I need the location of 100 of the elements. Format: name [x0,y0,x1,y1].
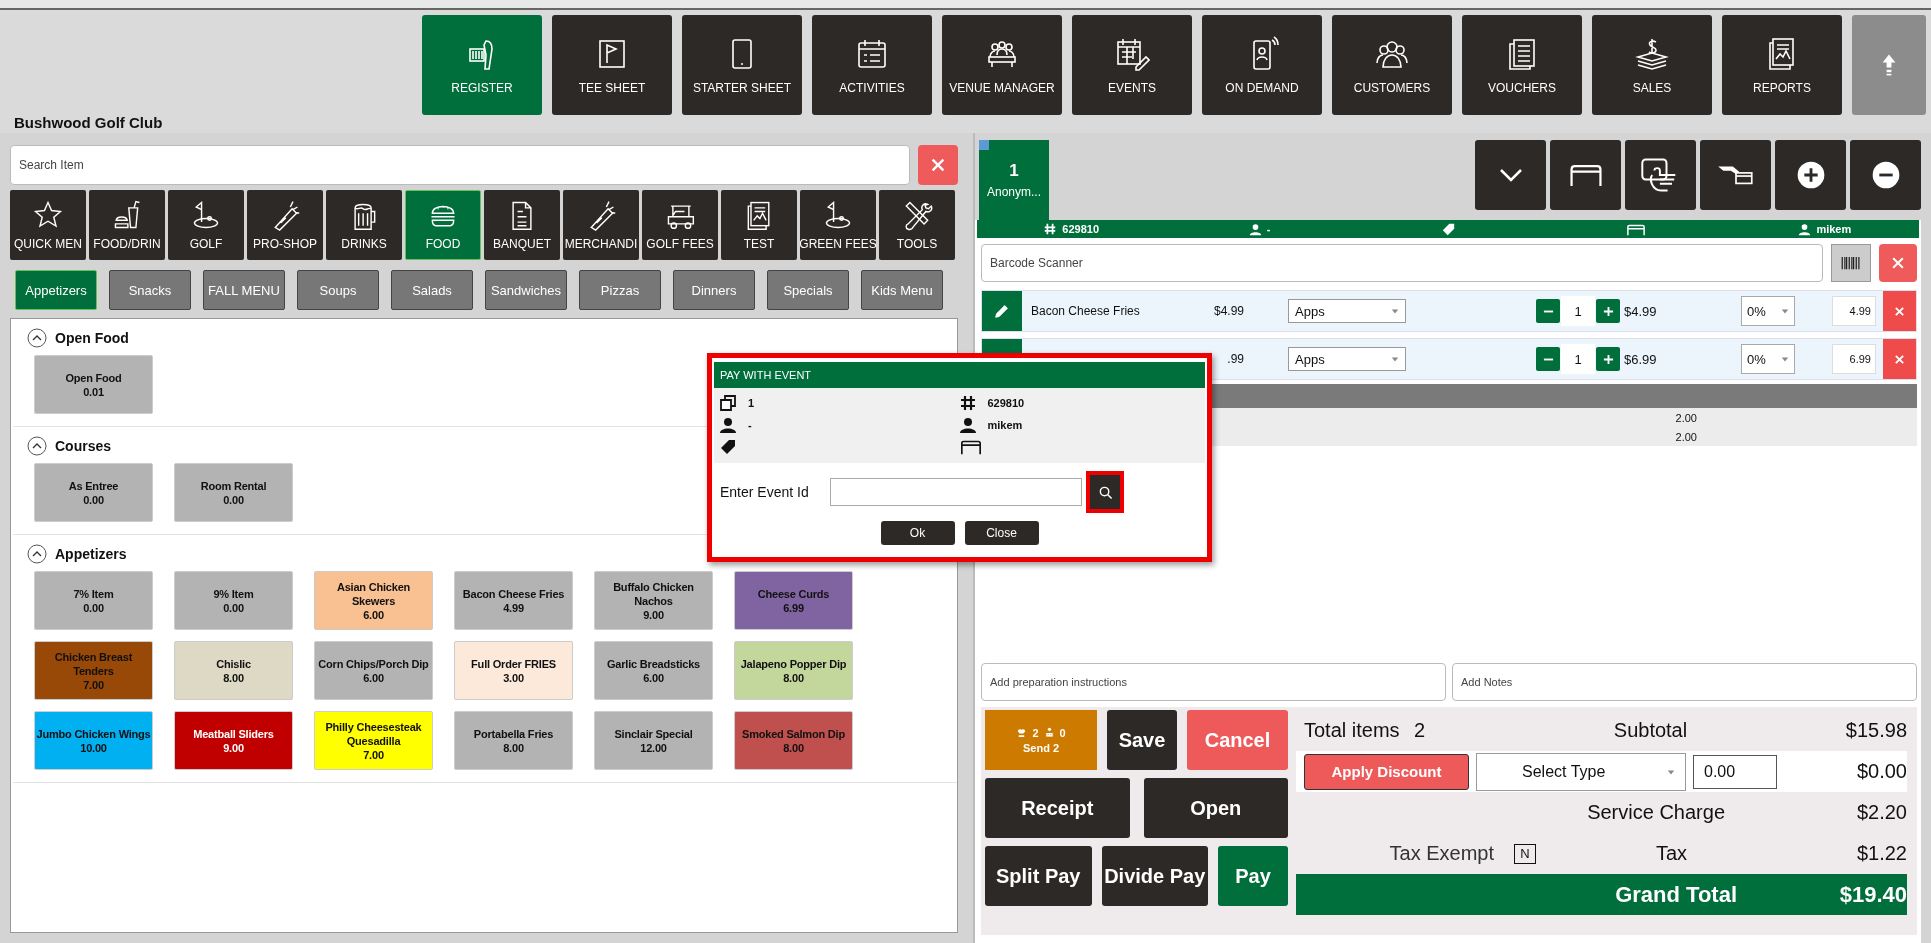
menu-item-tile[interactable]: Jalapeno Popper Dip 8.00 [734,641,853,700]
menu-item-tile[interactable]: Meatball Sliders 9.00 [174,711,293,770]
subcategory-button[interactable]: Snacks [109,270,191,310]
menu-item-tile[interactable]: As Entree 0.00 [34,463,153,522]
subcategory-button[interactable]: Sandwiches [485,270,567,310]
category-tile[interactable]: GREEN FEES [800,190,876,260]
subcategory-button[interactable]: Soups [297,270,379,310]
increase-button[interactable] [1596,299,1620,323]
nav-button[interactable]: ON DEMAND [1202,15,1322,115]
menu-item-tile[interactable]: Full Order FRIES 3.00 [454,641,573,700]
increase-button[interactable] [1596,347,1620,371]
nav-button[interactable]: TEE SHEET [552,15,672,115]
action-button[interactable]: Split Pay [985,846,1092,906]
remove-button[interactable] [1850,140,1921,210]
action-button[interactable]: Open [1143,778,1288,838]
menu-item-tile[interactable]: Garlic Breadsticks 6.00 [594,641,713,700]
menu-item-tile[interactable]: Asian Chicken Skewers 6.00 [314,571,433,630]
category-select[interactable]: Apps [1288,299,1406,323]
category-tile[interactable]: TEST [721,190,797,260]
action-button[interactable]: Receipt [985,778,1130,838]
menu-item-tile[interactable]: Smoked Salmon Dip 8.00 [734,711,853,770]
discount-field[interactable]: 0.00 [1693,754,1777,789]
menu-item-tile[interactable]: Jumbo Chicken Wings 10.00 [34,711,153,770]
quantity-field[interactable]: 1 [1561,296,1595,326]
summary-value: 2.00 [1675,411,1697,424]
nav-button[interactable]: CUSTOMERS [1332,15,1452,115]
collapse-icon[interactable] [27,328,47,348]
category-tile[interactable]: GOLF [168,190,244,260]
nav-button[interactable]: STARTER SHEET [682,15,802,115]
add-button[interactable] [1775,140,1846,210]
amount-field[interactable]: 6.99 [1832,344,1876,374]
discount-type-select[interactable]: Select Type [1476,752,1686,791]
nav-button[interactable]: ACTIVITIES [812,15,932,115]
menu-item-tile[interactable]: 9% Item 0.00 [174,571,293,630]
category-tile[interactable]: TOOLS [879,190,955,260]
menu-item-tile[interactable]: Chislic 8.00 [174,641,293,700]
nav-button[interactable]: REGISTER [422,15,542,115]
category-tile[interactable]: FOOD [405,190,481,260]
menu-item-tile[interactable]: Bacon Cheese Fries 4.99 [454,571,573,630]
subcategory-button[interactable]: Kids Menu [861,270,943,310]
menu-item-tile[interactable]: Portabella Fries 8.00 [454,711,573,770]
nav-button[interactable]: VOUCHERS [1462,15,1582,115]
edit-button[interactable] [982,291,1022,331]
category-tile[interactable]: GOLF FEES [642,190,718,260]
decrease-button[interactable] [1536,347,1560,371]
menu-item-tile[interactable]: Buffalo Chicken Nachos 9.00 [594,571,713,630]
table-button[interactable] [1550,140,1621,210]
action-button[interactable]: Save [1107,710,1177,770]
search-icon [1097,484,1113,500]
menu-item-tile[interactable]: Corn Chips/Porch Dip 6.00 [314,641,433,700]
tax-exempt-toggle[interactable]: N [1514,843,1536,864]
collapse-icon[interactable] [27,544,47,564]
discount-select[interactable]: 0% [1741,344,1795,374]
menu-item-tile[interactable]: 7% Item 0.00 [34,571,153,630]
subcategory-button[interactable]: FALL MENU [203,270,285,310]
category-tile[interactable]: BANQUET [484,190,560,260]
category-tile[interactable]: FOOD/DRIN [89,190,165,260]
search-field[interactable]: Search Item [10,145,910,185]
action-button[interactable]: Divide Pay [1101,846,1208,906]
order-tab[interactable]: 1 Anonym... [979,140,1049,220]
discount-select[interactable]: 0% [1741,296,1795,326]
nav-button[interactable]: REPORTS [1722,15,1842,115]
menu-item-tile[interactable]: Cheese Curds 6.99 [734,571,853,630]
menu-item-tile[interactable]: Room Rental 0.00 [174,463,293,522]
action-button[interactable]: Pay [1218,846,1288,906]
subcategory-button[interactable]: Appetizers [15,270,97,310]
quantity-field[interactable]: 1 [1561,344,1595,374]
barcode-field[interactable]: Barcode Scanner [981,244,1823,282]
subcategory-button[interactable]: Salads [391,270,473,310]
barcode-button[interactable] [1831,244,1871,282]
card-payment-button[interactable] [1700,140,1771,210]
hash-icon [959,394,976,411]
menu-item-tile[interactable]: Sinclair Special 12.00 [594,711,713,770]
dialog-button[interactable]: Close [964,521,1039,545]
delete-button[interactable] [1883,339,1916,379]
clear-button[interactable] [918,145,958,185]
notes-field[interactable]: Add Notes [1452,663,1917,701]
subcategory-button[interactable]: Pizzas [579,270,661,310]
nav-button[interactable]: SALES [1592,15,1712,115]
menu-item-tile[interactable]: Open Food 0.01 [34,355,153,414]
amount-field[interactable]: 4.99 [1832,296,1876,326]
preparation-field[interactable]: Add preparation instructions [981,663,1446,701]
category-tile[interactable]: QUICK MEN [10,190,86,260]
item-name: Bacon Cheese Fries [1030,304,1141,318]
collapse-icon[interactable] [27,436,47,456]
category-select[interactable]: Apps [1288,347,1406,371]
subcategory-button[interactable]: Specials [767,270,849,310]
category-tile[interactable]: MERCHANDI [563,190,639,260]
event-id-field[interactable] [830,478,1082,506]
menu-item-tile[interactable]: Philly Cheesesteak Quesadilla 7.00 [314,711,433,770]
nav-button[interactable]: VENUE MANAGER [942,15,1062,115]
touch-button[interactable] [1625,140,1696,210]
clear-button[interactable] [1879,244,1917,282]
dialog-button[interactable]: Ok [880,521,955,545]
category-tile[interactable]: PRO-SHOP [247,190,323,260]
subcategory-button[interactable]: Dinners [673,270,755,310]
nav-button[interactable]: EVENTS [1072,15,1192,115]
delete-button[interactable] [1883,291,1916,331]
category-tile[interactable]: DRINKS [326,190,402,260]
decrease-button[interactable] [1536,299,1560,323]
